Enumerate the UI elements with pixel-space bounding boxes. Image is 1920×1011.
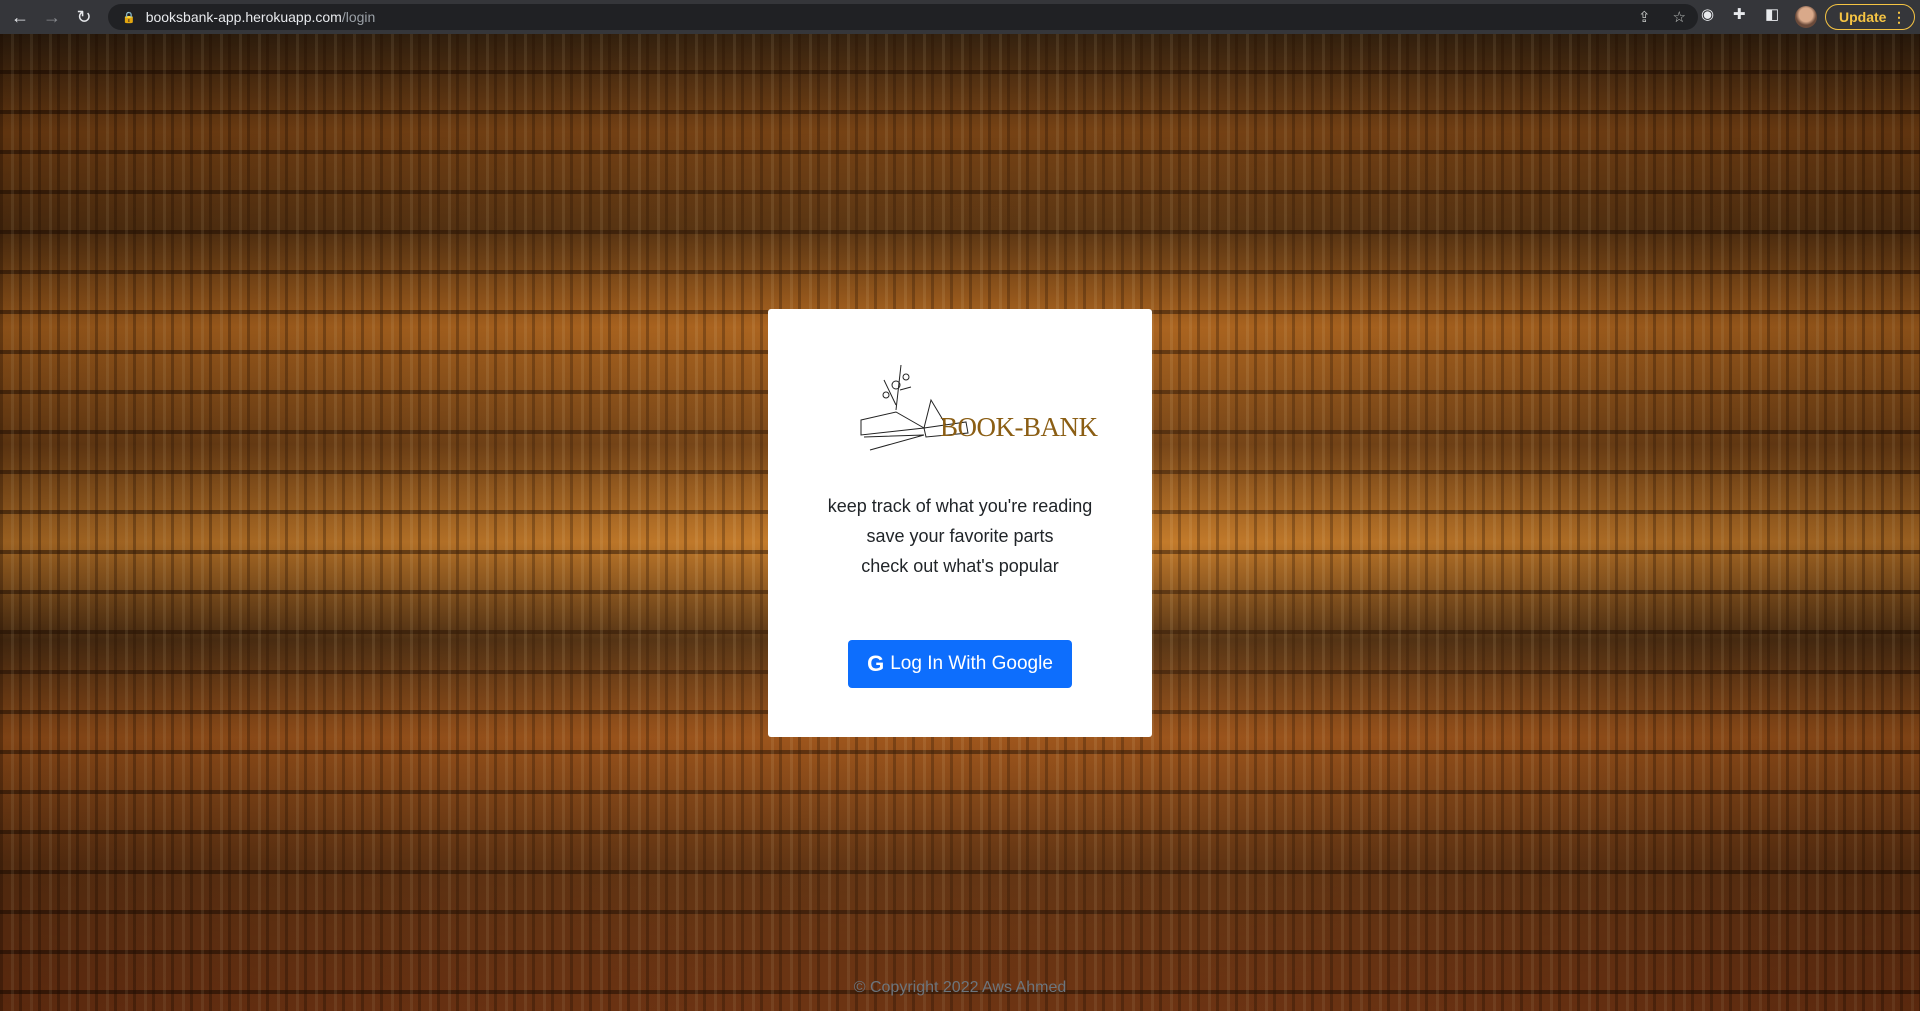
lock-icon: 🔒 [122, 11, 136, 24]
profile-avatar[interactable] [1795, 6, 1817, 28]
url-path: /login [341, 9, 376, 25]
bookmark-star-icon[interactable]: ☆ [1673, 8, 1686, 26]
extensions-puzzle-icon[interactable]: ✚ [1733, 5, 1746, 23]
google-icon: G [867, 651, 885, 676]
tagline-3: check out what's popular [861, 556, 1059, 576]
login-card: BOOK-BANK keep track of what you're read… [768, 309, 1152, 737]
tagline-2: save your favorite parts [866, 526, 1054, 546]
brand-name: BOOK-BANK [940, 412, 1098, 442]
side-panel-icon[interactable]: ◧ [1765, 5, 1779, 23]
share-icon[interactable]: ⇪ [1638, 8, 1651, 26]
update-label: Update [1839, 9, 1887, 25]
url-host: booksbank-app.herokuapp.com [145, 9, 342, 25]
menu-dots-icon: ⋮ [1892, 8, 1906, 25]
extension-icon[interactable]: ◉ [1701, 5, 1714, 23]
tagline-1: keep track of what you're reading [827, 496, 1093, 516]
back-icon[interactable]: ← [8, 5, 32, 29]
copyright-footer: © Copyright 2022 Aws Ahmed [853, 979, 1067, 996]
browser-toolbar: ← → ↻ 🔒 booksbank-app.herokuapp.com/logi… [0, 0, 1920, 34]
update-button[interactable]: Update ⋮ [1825, 4, 1915, 30]
login-label: Log In With Google [890, 653, 1053, 674]
forward-icon[interactable]: → [40, 5, 64, 29]
google-login-button[interactable]: G Log In With Google [848, 640, 1072, 688]
address-bar[interactable]: 🔒 booksbank-app.herokuapp.com/login ⇪ ☆ [108, 4, 1698, 30]
reload-icon[interactable]: ↻ [72, 5, 96, 29]
